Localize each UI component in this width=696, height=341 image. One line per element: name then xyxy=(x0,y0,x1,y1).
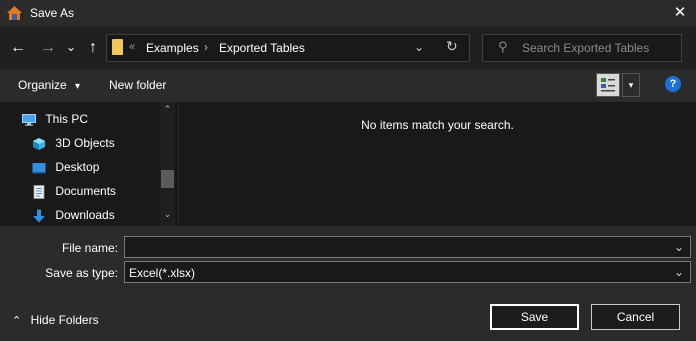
new-folder-button[interactable]: New folder xyxy=(109,78,166,92)
sidebar-item-documents[interactable]: Documents xyxy=(32,184,116,199)
sidebar-item-desktop[interactable]: Desktop xyxy=(32,160,99,174)
up-button[interactable]: ↑ xyxy=(84,38,102,58)
filetype-label: Save as type: xyxy=(45,266,118,280)
organize-button[interactable]: Organize ▾ xyxy=(18,78,80,92)
breadcrumb-exported-tables[interactable]: Exported Tables xyxy=(219,41,305,55)
change-view-button[interactable] xyxy=(596,73,620,97)
scroll-down-icon[interactable]: ⌄ xyxy=(160,209,175,220)
computer-icon xyxy=(22,113,36,126)
forward-button[interactable]: → xyxy=(38,38,58,58)
search-placeholder: Search Exported Tables xyxy=(522,41,650,55)
filename-label: File name: xyxy=(61,241,118,255)
window-title: Save As xyxy=(30,6,75,20)
sidebar-item-this-pc[interactable]: This PC xyxy=(22,112,88,126)
filetype-dropdown-icon[interactable]: ⌄ xyxy=(674,265,684,279)
view-options-dropdown[interactable]: ▾ xyxy=(622,73,640,97)
breadcrumb-overflow[interactable]: « xyxy=(129,41,135,53)
app-icon xyxy=(7,6,22,20)
filename-input[interactable] xyxy=(124,236,691,258)
hide-folders-button[interactable]: ⌃ Hide Folders xyxy=(12,313,99,327)
toolbar xyxy=(0,69,696,102)
hide-folders-label: Hide Folders xyxy=(30,313,99,327)
filetype-value: Excel(*.xlsx) xyxy=(129,266,196,280)
folder-icon xyxy=(112,39,123,55)
search-icon: ⚲ xyxy=(498,39,508,54)
sidebar-item-label: Downloads xyxy=(55,208,115,222)
recent-locations-dropdown[interactable]: ⌄ xyxy=(64,37,78,57)
details-view-icon xyxy=(601,78,615,92)
back-button[interactable]: ← xyxy=(8,38,28,58)
save-button[interactable]: Save xyxy=(490,304,579,330)
filetype-select[interactable] xyxy=(124,261,691,283)
help-icon[interactable]: ? xyxy=(665,76,681,92)
sidebar-scrollbar[interactable] xyxy=(160,102,175,226)
organize-label: Organize xyxy=(18,78,67,92)
filename-dropdown-icon[interactable]: ⌄ xyxy=(674,240,684,254)
documents-icon xyxy=(33,184,45,199)
empty-message: No items match your search. xyxy=(361,118,514,132)
title-bar xyxy=(0,0,696,27)
sidebar-item-label: This PC xyxy=(45,112,89,126)
scroll-up-icon[interactable]: ⌃ xyxy=(160,104,175,115)
address-dropdown-icon[interactable]: ⌄ xyxy=(414,40,424,54)
cancel-button[interactable]: Cancel xyxy=(591,304,680,330)
sidebar-item-downloads[interactable]: Downloads xyxy=(32,208,115,223)
chevron-right-icon[interactable]: › xyxy=(204,40,208,54)
chevron-down-icon: ▾ xyxy=(75,81,81,92)
sidebar-item-label: 3D Objects xyxy=(55,136,115,150)
refresh-icon[interactable]: ↻ xyxy=(446,38,458,55)
scrollbar-thumb[interactable] xyxy=(161,170,174,188)
chevron-up-icon: ⌃ xyxy=(12,315,22,327)
sidebar-item-label: Documents xyxy=(55,184,117,198)
download-arrow-icon xyxy=(33,209,45,223)
desktop-icon xyxy=(32,162,46,174)
breadcrumb-examples[interactable]: Examples xyxy=(146,41,199,55)
close-button[interactable]: ✕ xyxy=(670,3,690,23)
sidebar-item-3d-objects[interactable]: 3D Objects xyxy=(32,136,115,151)
cube-icon xyxy=(33,137,45,150)
sidebar-item-label: Desktop xyxy=(55,160,100,174)
